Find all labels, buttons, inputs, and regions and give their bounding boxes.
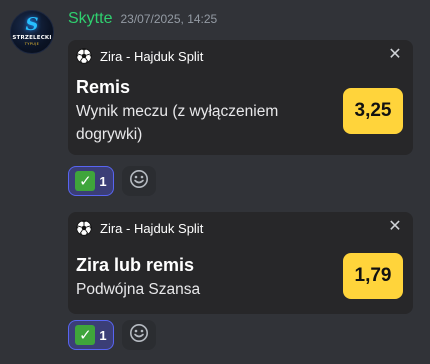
bet-card: Zira - Hajduk Split ✕ Remis Wynik meczu … (68, 40, 413, 155)
check-mark-icon: ✓ (75, 325, 96, 345)
reaction-count: 1 (99, 327, 107, 343)
smiley-icon (129, 169, 149, 193)
reaction-check[interactable]: ✓ 1 (68, 166, 114, 196)
avatar[interactable]: S STRZELECKI TYPUJE (10, 10, 54, 54)
bet-card-header: Zira - Hajduk Split (76, 220, 203, 236)
check-mark-icon: ✓ (75, 171, 96, 191)
add-reaction-button[interactable] (122, 166, 156, 196)
reaction-check[interactable]: ✓ 1 (68, 320, 114, 350)
close-icon[interactable]: ✕ (387, 218, 403, 234)
username[interactable]: Skytte (68, 10, 112, 28)
bet-pick: Zira lub remis (76, 255, 195, 275)
bet-card-header: Zira - Hajduk Split (76, 48, 203, 64)
avatar-logo-subtext: TYPUJE (24, 42, 40, 46)
reactions-bar: ✓ 1 (68, 320, 156, 352)
message-header: Skytte 23/07/2025, 14:25 (68, 10, 217, 30)
avatar-logo-text: STRZELECKI (12, 35, 52, 41)
soccer-ball-icon (76, 48, 92, 64)
bet-pick: Remis (76, 77, 131, 97)
close-icon[interactable]: ✕ (387, 46, 403, 62)
match-title: Zira - Hajduk Split (100, 48, 204, 64)
add-reaction-button[interactable] (122, 320, 156, 350)
match-title: Zira - Hajduk Split (100, 220, 204, 236)
bet-card: Zira - Hajduk Split ✕ Zira lub remis Pod… (68, 212, 413, 314)
odds-badge[interactable]: 3,25 (343, 88, 403, 134)
timestamp: 23/07/2025, 14:25 (120, 12, 218, 26)
bet-market: Podwójna Szansa (76, 281, 201, 298)
soccer-ball-icon (76, 220, 92, 236)
reaction-count: 1 (99, 173, 107, 189)
chat-message: S STRZELECKI TYPUJE Skytte 23/07/2025, 1… (0, 0, 430, 364)
avatar-logo-letter: S (25, 14, 39, 35)
smiley-icon (129, 323, 149, 347)
odds-badge[interactable]: 1,79 (343, 253, 403, 299)
reactions-bar: ✓ 1 (68, 166, 156, 198)
bet-market: Wynik meczu (z wyłączeniem dogrywki) (76, 103, 279, 143)
